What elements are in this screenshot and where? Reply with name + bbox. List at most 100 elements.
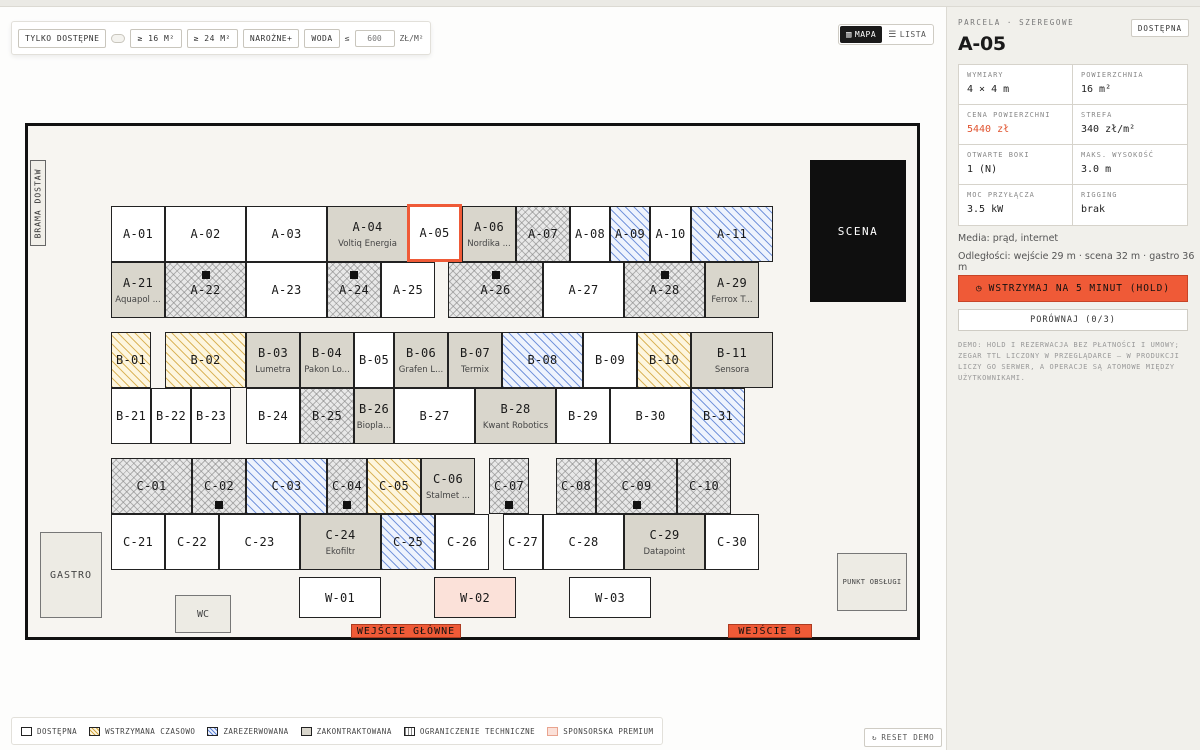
technical-marker-icon bbox=[343, 501, 351, 509]
stall-c-27[interactable]: C-27 bbox=[503, 514, 543, 570]
stall-c-06[interactable]: C-06 Stalmet ... bbox=[421, 458, 475, 514]
view-list-button[interactable]: ☰ LISTA bbox=[882, 26, 932, 43]
stall-b-05[interactable]: B-05 bbox=[354, 332, 394, 388]
wc-area: WC bbox=[175, 595, 231, 633]
stall-b-08[interactable]: B-08 bbox=[502, 332, 583, 388]
map-area[interactable]: TYLKO DOSTĘPNE ≥ 16 M² ≥ 24 M² NAROŻNE+ … bbox=[0, 7, 946, 750]
stall-c-23[interactable]: C-23 bbox=[219, 514, 300, 570]
stall-b-01[interactable]: B-01 bbox=[111, 332, 151, 388]
stall-a-02[interactable]: A-02 bbox=[165, 206, 246, 262]
stall-b-23[interactable]: B-23 bbox=[191, 388, 231, 444]
stall-a-11[interactable]: A-11 bbox=[691, 206, 773, 262]
stall-a-06[interactable]: A-06 Nordika ... bbox=[462, 206, 516, 262]
stall-b-06[interactable]: B-06 Grafen L... bbox=[394, 332, 448, 388]
max-price-input[interactable] bbox=[354, 29, 395, 47]
stall-b-29[interactable]: B-29 bbox=[556, 388, 610, 444]
stall-c-21[interactable]: C-21 bbox=[111, 514, 165, 570]
stall-id: A-23 bbox=[271, 283, 302, 297]
stall-c-07[interactable]: C-07 bbox=[489, 458, 529, 514]
legend-contracted: ZAKONTRAKTOWANA bbox=[300, 726, 392, 736]
delivery-gate: BRAMA DOSTAW bbox=[30, 160, 46, 246]
stall-id: B-04 bbox=[311, 345, 343, 360]
filter-area-16[interactable]: ≥ 16 M² bbox=[130, 28, 182, 48]
legend-sponsor: SPONSORSKA PREMIUM bbox=[547, 726, 653, 736]
stall-id: A-01 bbox=[122, 227, 154, 241]
only-available-toggle[interactable] bbox=[111, 33, 126, 43]
filter-area-24[interactable]: ≥ 24 M² bbox=[186, 28, 238, 48]
stall-id: B-09 bbox=[594, 353, 626, 367]
stall-b-24[interactable]: B-24 bbox=[246, 388, 300, 444]
stall-b-04[interactable]: B-04 Pakon Lo... bbox=[300, 332, 354, 388]
stall-c-26[interactable]: C-26 bbox=[435, 514, 489, 570]
view-map-button[interactable]: ▥ MAPA bbox=[840, 26, 883, 43]
stall-id: A-03 bbox=[271, 227, 302, 241]
stall-c-08[interactable]: C-08 bbox=[556, 458, 596, 514]
stall-a-03[interactable]: A-03 bbox=[246, 206, 327, 262]
stall-c-22[interactable]: C-22 bbox=[165, 514, 219, 570]
detail-key: MOC PRZYŁĄCZA bbox=[967, 191, 1035, 199]
stall-a-07[interactable]: A-07 bbox=[516, 206, 570, 262]
stall-w-02[interactable]: W-02 bbox=[434, 577, 516, 618]
stall-c-28[interactable]: C-28 bbox=[543, 514, 624, 570]
stall-b-30[interactable]: B-30 bbox=[610, 388, 691, 444]
detail-value: 1 (N) bbox=[967, 164, 998, 175]
stall-a-09[interactable]: A-09 bbox=[610, 206, 650, 262]
compare-button[interactable]: PORÓWNAJ (0/3) bbox=[958, 309, 1188, 331]
stall-b-11[interactable]: B-11 Sensora bbox=[691, 332, 773, 388]
stall-c-01[interactable]: C-01 bbox=[111, 458, 192, 514]
stall-id: A-22 bbox=[190, 283, 221, 297]
stall-c-25[interactable]: C-25 bbox=[381, 514, 435, 570]
filter-water[interactable]: WODA bbox=[304, 28, 340, 48]
filter-only-available[interactable]: TYLKO DOSTĘPNE bbox=[18, 28, 107, 48]
stall-a-10[interactable]: A-10 bbox=[650, 206, 691, 262]
stall-a-01[interactable]: A-01 bbox=[111, 206, 165, 262]
stall-c-24[interactable]: C-24 Ekofiltr bbox=[300, 514, 381, 570]
stall-company: Voltiq Energia bbox=[338, 238, 397, 249]
stall-a-08[interactable]: A-08 bbox=[570, 206, 610, 262]
stall-a-27[interactable]: A-27 bbox=[543, 262, 624, 318]
detail-key: OTWARTE BOKI bbox=[967, 151, 1030, 159]
stall-a-21[interactable]: A-21 Aquapol ... bbox=[111, 262, 165, 318]
stall-a-25[interactable]: A-25 bbox=[381, 262, 435, 318]
detail-cell: STREFA 340 zł/m² bbox=[1073, 105, 1187, 145]
view-map-label: MAPA bbox=[854, 30, 877, 39]
stall-b-10[interactable]: B-10 bbox=[637, 332, 691, 388]
stall-c-10[interactable]: C-10 bbox=[677, 458, 731, 514]
detail-value: 3.0 m bbox=[1081, 164, 1112, 175]
stall-b-21[interactable]: B-21 bbox=[111, 388, 151, 444]
stall-b-09[interactable]: B-09 bbox=[583, 332, 637, 388]
stall-a-24[interactable]: A-24 bbox=[327, 262, 381, 318]
legend: DOSTĘPNA WSTRZYMANA CZASOWO ZAREZERWOWAN… bbox=[11, 717, 664, 745]
stall-id: B-31 bbox=[702, 409, 734, 423]
view-toggle: ▥ MAPA ☰ LISTA bbox=[838, 24, 935, 45]
stall-a-29[interactable]: A-29 Ferrox T... bbox=[705, 262, 759, 318]
stall-c-30[interactable]: C-30 bbox=[705, 514, 759, 570]
stall-w-01[interactable]: W-01 bbox=[299, 577, 381, 618]
stall-b-31[interactable]: B-31 bbox=[691, 388, 745, 444]
stall-id: B-28 bbox=[500, 401, 531, 416]
stall-c-04[interactable]: C-04 bbox=[327, 458, 367, 514]
stall-c-03[interactable]: C-03 bbox=[246, 458, 327, 514]
stall-c-02[interactable]: C-02 bbox=[192, 458, 246, 514]
stall-a-22[interactable]: A-22 bbox=[165, 262, 246, 318]
stall-b-03[interactable]: B-03 Lumetra bbox=[246, 332, 300, 388]
filter-corner[interactable]: NAROŻNE+ bbox=[242, 28, 300, 48]
stall-a-23[interactable]: A-23 bbox=[246, 262, 327, 318]
stall-b-02[interactable]: B-02 bbox=[165, 332, 246, 388]
stall-b-07[interactable]: B-07 Termix bbox=[448, 332, 502, 388]
stall-b-26[interactable]: B-26 Biopla... bbox=[354, 388, 394, 444]
stall-a-05[interactable]: A-05 bbox=[407, 204, 462, 262]
stall-b-25[interactable]: B-25 bbox=[300, 388, 354, 444]
stall-c-29[interactable]: C-29 Datapoint bbox=[624, 514, 705, 570]
stall-b-22[interactable]: B-22 bbox=[151, 388, 191, 444]
stall-a-26[interactable]: A-26 bbox=[448, 262, 543, 318]
stall-b-28[interactable]: B-28 Kwant Robotics bbox=[475, 388, 556, 444]
reset-demo-button[interactable]: ↻ RESET DEMO bbox=[864, 728, 943, 747]
stall-c-05[interactable]: C-05 bbox=[367, 458, 421, 514]
stall-c-09[interactable]: C-09 bbox=[596, 458, 677, 514]
stall-a-28[interactable]: A-28 bbox=[624, 262, 705, 318]
hold-button[interactable]: ◷ WSTRZYMAJ NA 5 MINUT (HOLD) bbox=[958, 275, 1188, 302]
stall-b-27[interactable]: B-27 bbox=[394, 388, 475, 444]
stall-a-04[interactable]: A-04 Voltiq Energia bbox=[327, 206, 408, 262]
stall-w-03[interactable]: W-03 bbox=[569, 577, 651, 618]
